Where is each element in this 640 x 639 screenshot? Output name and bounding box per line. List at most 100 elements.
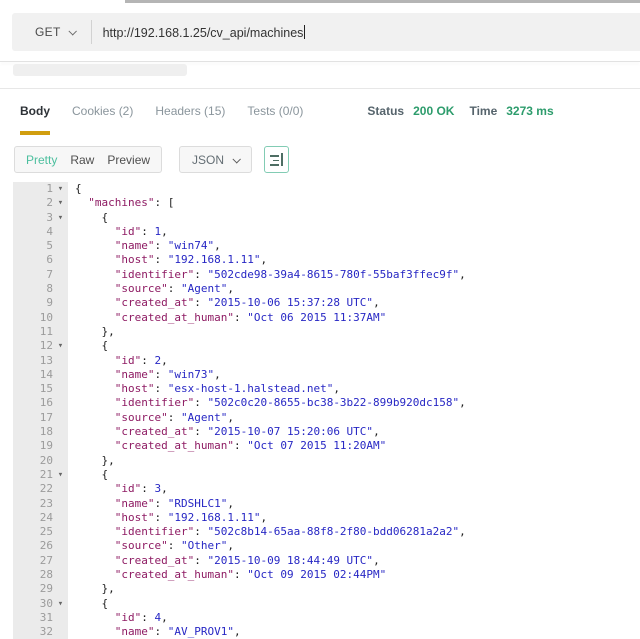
gutter: 15 bbox=[13, 382, 68, 397]
view-raw-button[interactable]: Raw bbox=[70, 153, 94, 167]
gutter: 26 bbox=[13, 539, 68, 554]
gutter: 27 bbox=[13, 553, 68, 569]
view-pretty-button[interactable]: Pretty bbox=[26, 153, 57, 167]
code-text: "source": "Agent", bbox=[114, 282, 234, 296]
line-number: 1 bbox=[46, 182, 53, 195]
code-line: 32 "name": "AV_PROV1", bbox=[13, 625, 640, 639]
beautify-button[interactable] bbox=[264, 146, 290, 173]
code-text: { bbox=[75, 210, 109, 224]
fold-toggle-icon[interactable]: ▾ bbox=[53, 597, 68, 611]
code-text: "id": 4, bbox=[114, 610, 168, 624]
fold-gutter-spacer bbox=[53, 539, 68, 553]
code-text: "identifier": "502c0c20-8655-bc38-3b22-8… bbox=[114, 396, 466, 410]
gutter: 3 ▾ bbox=[13, 210, 68, 225]
code-text: }, bbox=[75, 582, 115, 596]
code-line: 21 ▾ { bbox=[13, 467, 640, 483]
url-value: http://192.168.1.25/cv_api/machines bbox=[102, 25, 304, 40]
gutter: 32 bbox=[13, 625, 68, 639]
code-line: 1 ▾ { bbox=[13, 182, 640, 197]
status-badge: 200 OK bbox=[413, 104, 455, 118]
gutter: 10 bbox=[13, 310, 68, 325]
view-preview-button[interactable]: Preview bbox=[107, 153, 150, 167]
fold-toggle-icon[interactable]: ▾ bbox=[53, 196, 68, 210]
line-number: 6 bbox=[46, 253, 53, 267]
tab-body[interactable]: Body bbox=[20, 104, 50, 135]
fold-gutter-spacer bbox=[53, 354, 68, 368]
line-number: 29 bbox=[39, 582, 53, 596]
code-text: "id": 3, bbox=[114, 482, 168, 496]
line-number: 24 bbox=[39, 510, 53, 524]
line-number: 11 bbox=[39, 324, 53, 338]
code-line: 17 "source": "Agent", bbox=[13, 410, 640, 426]
time-label: Time bbox=[469, 104, 498, 118]
gutter: 19 bbox=[13, 439, 68, 454]
fold-gutter-spacer bbox=[53, 382, 68, 396]
gutter: 16 bbox=[13, 396, 68, 411]
code-text: "name": "win73", bbox=[114, 367, 221, 381]
code-text: { bbox=[75, 596, 109, 610]
code-line: 25 "identifier": "502c8b14-65aa-88f8-2f8… bbox=[13, 525, 640, 540]
line-number: 14 bbox=[39, 367, 53, 381]
line-number: 4 bbox=[46, 224, 53, 238]
code-text: "identifier": "502cde98-39a4-8615-780f-5… bbox=[114, 267, 466, 281]
divider bbox=[90, 20, 92, 44]
format-select[interactable]: JSON bbox=[179, 146, 253, 173]
gutter: 9 bbox=[13, 296, 68, 311]
code-line: 13 "id": 2, bbox=[13, 353, 640, 368]
code-text: }, bbox=[75, 324, 115, 338]
fold-toggle-icon[interactable]: ▾ bbox=[53, 211, 68, 225]
method-label: GET bbox=[35, 25, 61, 39]
gutter: 2 ▾ bbox=[13, 196, 68, 211]
gutter: 28 bbox=[13, 568, 68, 583]
section-divider bbox=[0, 88, 640, 89]
code-line: 14 "name": "win73", bbox=[13, 367, 640, 383]
view-toggle-group: Pretty Raw Preview bbox=[14, 146, 163, 173]
code-text: "host": "esx-host-1.halstead.net", bbox=[114, 382, 340, 396]
fold-gutter-spacer bbox=[53, 411, 68, 425]
fold-gutter-spacer bbox=[53, 482, 68, 496]
fold-gutter-spacer bbox=[53, 396, 68, 410]
chevron-down-icon bbox=[68, 27, 77, 36]
code-text: "name": "AV_PROV1", bbox=[114, 625, 241, 639]
gutter: 12 ▾ bbox=[13, 339, 68, 354]
fold-toggle-icon[interactable]: ▾ bbox=[53, 468, 68, 482]
gutter: 4 bbox=[13, 224, 68, 240]
gutter: 18 bbox=[13, 425, 68, 440]
response-header: Body Cookies (2) Headers (15) Tests (0/0… bbox=[20, 104, 640, 135]
code-line: 12 ▾ { bbox=[13, 339, 640, 354]
fold-toggle-icon[interactable]: ▾ bbox=[53, 182, 68, 196]
line-number: 26 bbox=[39, 539, 53, 553]
method-select[interactable]: GET bbox=[12, 25, 77, 39]
line-number: 7 bbox=[46, 267, 53, 281]
code-line: 6 "host": "192.168.1.11", bbox=[13, 253, 640, 268]
tab-headers[interactable]: Headers (15) bbox=[155, 104, 225, 131]
tab-cookies[interactable]: Cookies (2) bbox=[72, 104, 133, 131]
fold-gutter-spacer bbox=[53, 454, 68, 468]
gutter: 20 bbox=[13, 453, 68, 468]
code-text: }, bbox=[75, 453, 115, 467]
line-number: 30 bbox=[39, 596, 53, 610]
fold-toggle-icon[interactable]: ▾ bbox=[53, 339, 68, 353]
code-text: "created_at": "2015-10-07 15:20:06 UTC", bbox=[114, 425, 380, 439]
response-toolbar: Pretty Raw Preview JSON bbox=[14, 146, 290, 173]
chevron-down-icon bbox=[232, 154, 242, 164]
gutter: 6 bbox=[13, 253, 68, 268]
code-line: 31 "id": 4, bbox=[13, 610, 640, 626]
fold-gutter-spacer bbox=[53, 568, 68, 582]
line-number: 23 bbox=[39, 496, 53, 510]
fold-gutter-spacer bbox=[53, 439, 68, 453]
gutter: 7 bbox=[13, 267, 68, 283]
format-align-icon bbox=[265, 147, 288, 172]
gutter: 13 bbox=[13, 353, 68, 368]
url-input[interactable]: http://192.168.1.25/cv_api/machines bbox=[102, 24, 306, 40]
line-number: 31 bbox=[39, 610, 53, 624]
code-line: 15 "host": "esx-host-1.halstead.net", bbox=[13, 382, 640, 397]
fold-gutter-spacer bbox=[53, 611, 68, 625]
fold-gutter-spacer bbox=[53, 225, 68, 239]
fold-gutter-spacer bbox=[53, 554, 68, 568]
code-text: "host": "192.168.1.11", bbox=[114, 510, 268, 524]
tab-tests[interactable]: Tests (0/0) bbox=[247, 104, 303, 131]
cropped-panel-stub bbox=[13, 64, 187, 76]
line-number: 25 bbox=[39, 525, 53, 539]
fold-gutter-spacer bbox=[53, 268, 68, 282]
